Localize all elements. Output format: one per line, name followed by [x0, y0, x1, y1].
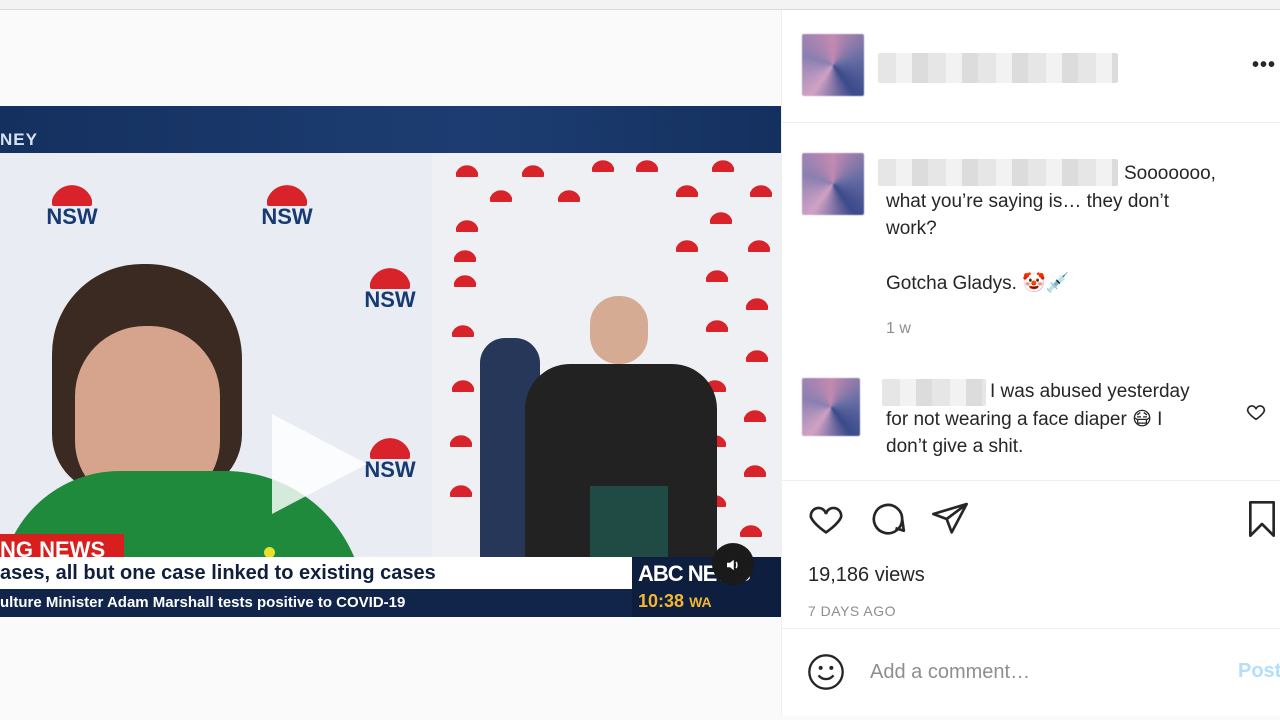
nsw-pattern [636, 156, 658, 172]
nsw-pattern [706, 316, 728, 332]
username-redacted[interactable] [878, 53, 1118, 83]
heart-icon[interactable] [806, 499, 846, 544]
post-actions: 19,186 views 7 DAYS AGO [782, 480, 1280, 628]
avatar[interactable] [802, 378, 860, 436]
comment-text: what you’re saying is… they don’t [886, 191, 1170, 212]
comment-text: don’t give a shit. [886, 436, 1024, 457]
nsw-pattern [490, 186, 512, 202]
nsw-pattern [450, 481, 472, 497]
nsw-pattern [450, 431, 472, 447]
comment-text: Gotcha Gladys. 🤡💉 [886, 273, 1070, 294]
comments-list: Sooooooo, what you’re saying is… they do… [782, 123, 1280, 480]
mute-button[interactable] [712, 543, 754, 585]
commenter-name-redacted[interactable] [882, 379, 986, 406]
avatar[interactable] [802, 34, 864, 96]
comment-timestamp[interactable]: 1 w [886, 320, 911, 338]
nsw-pattern [746, 294, 768, 310]
side-panel: ••• Sooooooo, what you’re saying is… the… [781, 10, 1280, 716]
bookmark-icon[interactable] [1242, 499, 1280, 544]
top-divider [0, 0, 1280, 10]
nsw-pattern [744, 406, 766, 422]
interpreter-head [590, 296, 648, 364]
nsw-pattern [558, 186, 580, 202]
nsw-pattern [710, 208, 732, 224]
media-panel: NEY NSW NSW NSW NSW NG NEWS ases, all bu… [0, 10, 781, 716]
nsw-pattern [454, 246, 476, 262]
nsw-pattern [748, 236, 770, 252]
comment-like-heart-icon[interactable] [1245, 401, 1267, 428]
nsw-pattern [452, 376, 474, 392]
nsw-pattern [746, 346, 768, 362]
post-time-ago[interactable]: 7 DAYS AGO [808, 603, 896, 619]
speaker-icon [724, 554, 742, 573]
video-top-strip: NEY [0, 106, 781, 153]
add-comment-bar: Post [782, 628, 1280, 716]
avatar[interactable] [802, 153, 864, 215]
nsw-pattern [676, 236, 698, 252]
commenter-name-redacted[interactable] [878, 159, 1118, 186]
nsw-pattern [676, 181, 698, 197]
channel-badge: ABC NEWS 10:38 WA [632, 557, 781, 617]
nsw-pattern [456, 161, 478, 177]
video-player[interactable]: NEY NSW NSW NSW NSW NG NEWS ases, all bu… [0, 106, 781, 617]
ticker-bar: ulture Minister Adam Marshall tests posi… [0, 589, 632, 617]
comment-text: Sooooooo, [1124, 163, 1216, 184]
comment-bubble-icon[interactable] [868, 499, 908, 544]
nsw-pattern [744, 461, 766, 477]
nsw-pattern [740, 521, 762, 537]
headline-bar: ases, all but one case linked to existin… [0, 557, 632, 589]
nsw-pattern [452, 321, 474, 337]
play-icon[interactable] [272, 414, 367, 514]
post-comment-button[interactable]: Post [1238, 660, 1280, 683]
view-count[interactable]: 19,186 views [808, 564, 925, 587]
nsw-logo: NSW [358, 431, 422, 481]
post-container: NEY NSW NSW NSW NSW NG NEWS ases, all bu… [0, 10, 1280, 716]
nsw-pattern [522, 161, 544, 177]
nsw-pattern [454, 271, 476, 287]
smiley-icon[interactable] [806, 652, 846, 697]
nsw-pattern [712, 156, 734, 172]
nsw-pattern [750, 181, 772, 197]
location-label: NEY [0, 130, 38, 149]
nsw-pattern [592, 156, 614, 172]
comment-text: for not wearing a face diaper 😷 I [886, 409, 1163, 430]
comment-text: I was abused yesterday [990, 381, 1190, 402]
comment-text: work? [886, 218, 937, 239]
nsw-pattern [706, 266, 728, 282]
broadcast-time: 10:38 WA [638, 591, 712, 611]
more-dots-icon[interactable]: ••• [1252, 54, 1276, 77]
post-header: ••• [782, 10, 1280, 123]
nsw-logo: NSW [40, 178, 104, 228]
paper-plane-icon[interactable] [930, 499, 970, 544]
nsw-pattern [456, 216, 478, 232]
comment-input[interactable] [870, 657, 1210, 687]
nsw-logo: NSW [358, 261, 422, 311]
nsw-logo: NSW [255, 178, 319, 228]
